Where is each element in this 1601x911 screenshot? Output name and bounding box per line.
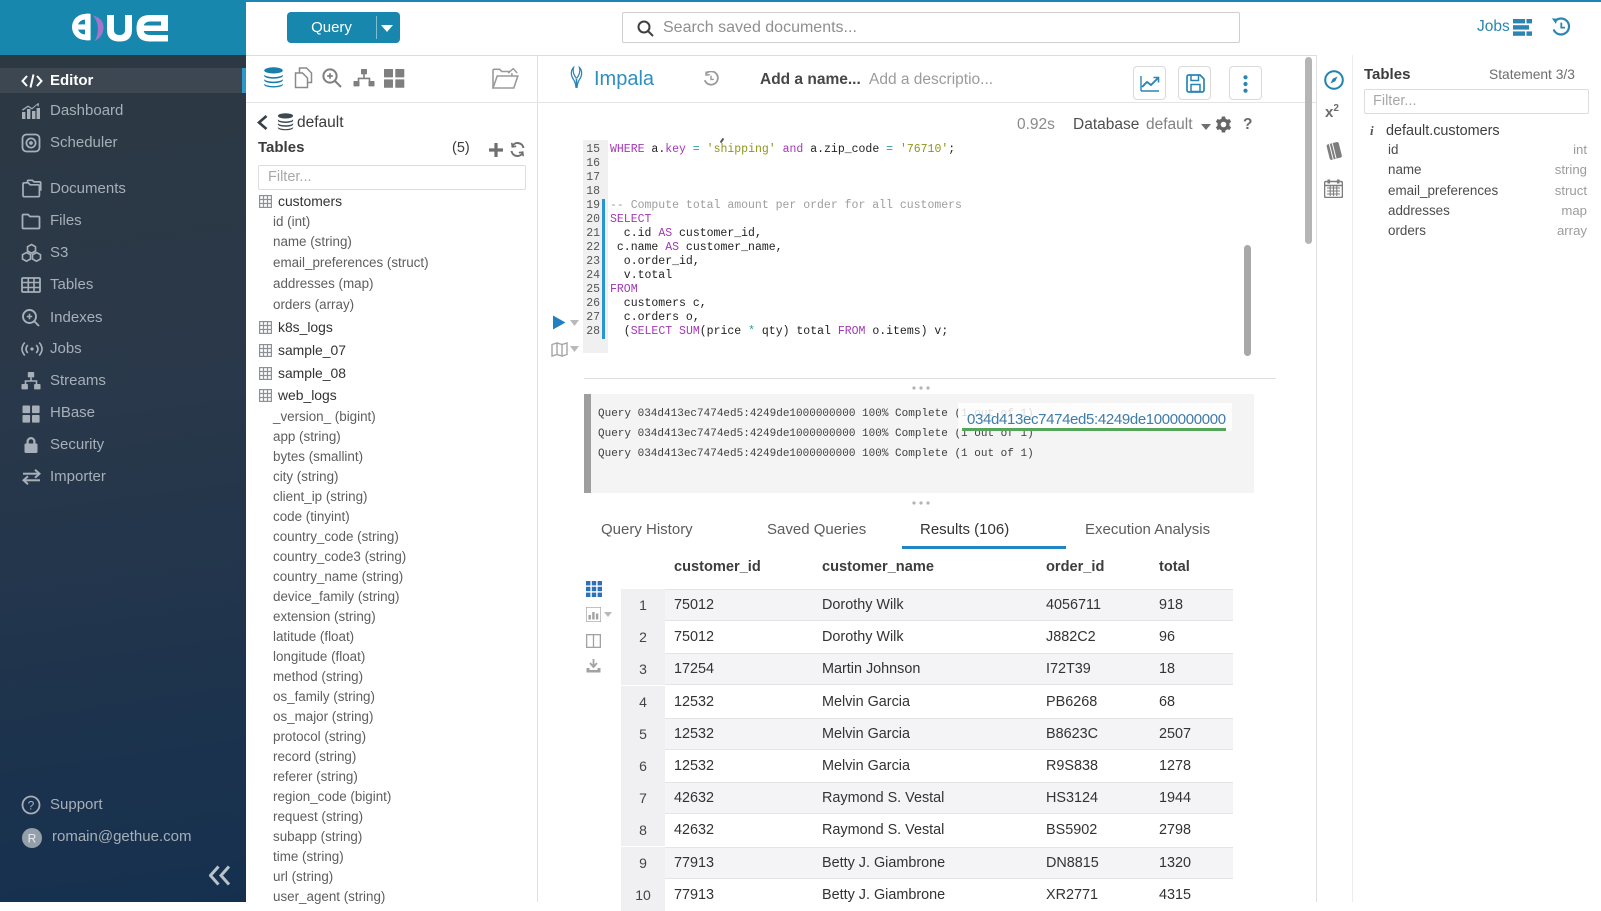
svg-text:R: R xyxy=(28,832,37,846)
svg-text:?: ? xyxy=(28,799,35,813)
